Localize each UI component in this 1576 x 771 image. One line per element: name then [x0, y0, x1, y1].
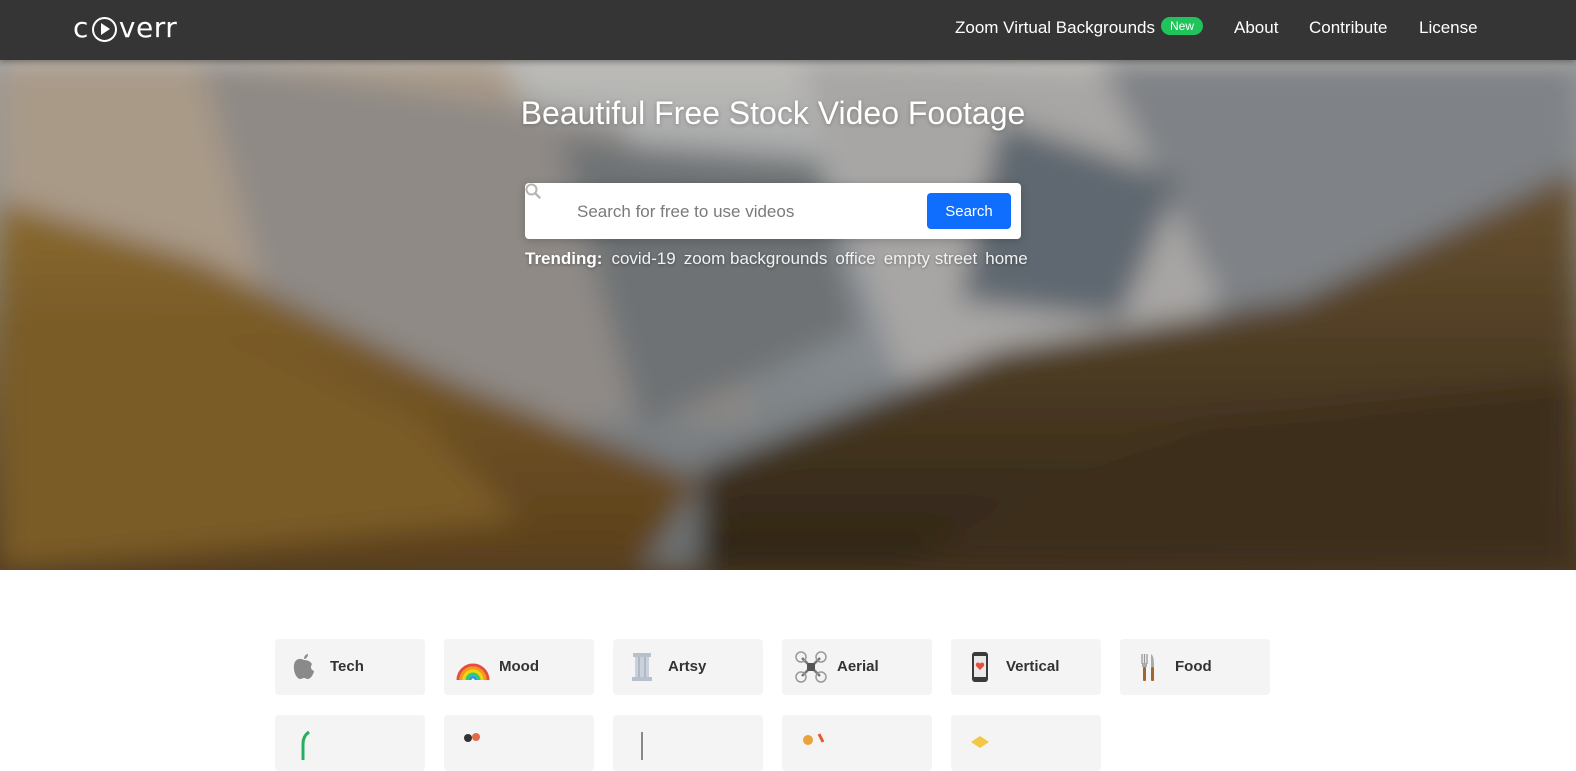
nav-link-zoom-virtual-backgrounds[interactable]: Zoom Virtual Backgrounds: [955, 18, 1155, 38]
category-card[interactable]: [275, 715, 425, 771]
category-mood[interactable]: Mood: [444, 639, 594, 695]
category-card[interactable]: [782, 715, 932, 771]
top-navbar: c verr Zoom Virtual Backgrounds New About…: [0, 0, 1576, 60]
trending-tag-office[interactable]: office: [835, 249, 875, 269]
animal-icon: [803, 733, 825, 745]
category-label: Aerial: [837, 658, 879, 675]
tower-icon: [641, 732, 643, 760]
nav-link-about[interactable]: About: [1234, 18, 1278, 38]
people-icon: [464, 733, 480, 742]
nav-link-contribute[interactable]: Contribute: [1309, 18, 1387, 38]
plant-icon: [301, 730, 310, 760]
rainbow-icon: [456, 663, 490, 681]
category-card[interactable]: [444, 715, 594, 771]
trending-tag-covid-19[interactable]: covid-19: [611, 249, 675, 269]
category-card[interactable]: [951, 715, 1101, 771]
category-label: Vertical: [1006, 658, 1060, 675]
category-card[interactable]: [613, 715, 763, 771]
trending-tag-empty-street[interactable]: empty street: [884, 249, 978, 269]
hero-title: Beautiful Free Stock Video Footage: [520, 95, 1026, 131]
search-icon: [525, 183, 541, 199]
category-label: Mood: [499, 658, 539, 675]
category-aerial[interactable]: Aerial: [782, 639, 932, 695]
new-badge: New: [1161, 17, 1204, 35]
category-label: Food: [1175, 658, 1212, 675]
logo-text-start: c: [73, 10, 89, 44]
apple-icon: [293, 654, 314, 679]
category-artsy[interactable]: Artsy: [613, 639, 763, 695]
coverr-logo[interactable]: c verr: [73, 10, 178, 44]
search-input[interactable]: [575, 195, 919, 229]
category-tech[interactable]: Tech: [275, 639, 425, 695]
trending-tag-zoom-backgrounds[interactable]: zoom backgrounds: [684, 249, 828, 269]
trending-bar: Trending: covid-19 zoom backgrounds offi…: [525, 249, 1028, 269]
fork-knife-icon: [1141, 654, 1154, 681]
logo-text-end: verr: [118, 10, 178, 44]
nav-link-license[interactable]: License: [1419, 18, 1478, 38]
category-food[interactable]: Food: [1120, 639, 1270, 695]
drone-icon: [795, 651, 827, 683]
category-vertical[interactable]: Vertical: [951, 639, 1101, 695]
category-label: Artsy: [668, 658, 707, 675]
column-icon: [632, 653, 652, 681]
play-icon: [91, 16, 117, 42]
hero-background-image: [0, 0, 1576, 570]
category-label: Tech: [330, 658, 364, 675]
trending-label: Trending:: [525, 249, 603, 268]
search-bar: Search: [525, 183, 1021, 239]
phone-icon: [972, 652, 988, 682]
trending-tag-home[interactable]: home: [985, 249, 1028, 269]
search-button[interactable]: Search: [927, 193, 1011, 229]
hero-section: Beautiful Free Stock Video Footage Searc…: [0, 0, 1576, 570]
box-icon: [971, 736, 989, 748]
